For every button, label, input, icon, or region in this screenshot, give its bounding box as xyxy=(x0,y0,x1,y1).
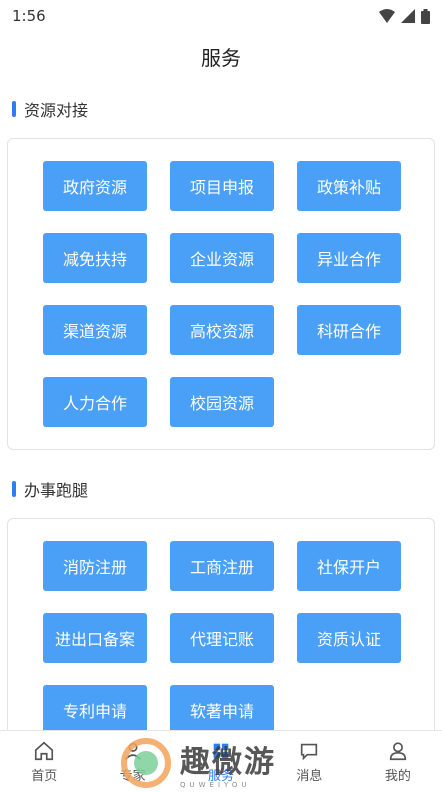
section-title-resources: 资源对接 xyxy=(0,80,442,138)
profile-icon xyxy=(389,741,406,760)
service-button[interactable]: 专利申请 xyxy=(43,685,147,730)
tab-label: 首页 xyxy=(31,768,58,784)
watermark-text: 趣微游 xyxy=(180,744,276,780)
status-bar: 1:56 xyxy=(0,0,442,32)
signal-icon xyxy=(401,9,415,23)
tab-profile[interactable]: 我的 xyxy=(354,731,442,792)
tab-home[interactable]: 首页 xyxy=(0,731,88,792)
service-button[interactable]: 政策补贴 xyxy=(297,161,401,211)
section-accent-bar xyxy=(12,101,16,117)
service-button[interactable]: 高校资源 xyxy=(170,305,274,355)
section-title-errands: 办事跑腿 xyxy=(0,460,442,518)
service-button[interactable]: 代理记账 xyxy=(170,613,274,663)
resources-card: 政府资源 项目申报 政策补贴 减免扶持 企业资源 异业合作 渠道资源 高校资源 … xyxy=(7,138,435,450)
section-title-label: 资源对接 xyxy=(24,101,89,120)
errands-card: 消防注册 工商注册 社保开户 进出口备案 代理记账 资质认证 专利申请 软著申请 xyxy=(7,518,435,730)
home-icon xyxy=(35,741,54,760)
watermark-logo-icon xyxy=(121,737,171,788)
service-button[interactable]: 消防注册 xyxy=(43,541,147,591)
service-button[interactable]: 进出口备案 xyxy=(43,613,147,663)
service-button[interactable]: 科研合作 xyxy=(297,305,401,355)
service-button[interactable]: 渠道资源 xyxy=(43,305,147,355)
service-content[interactable]: 资源对接 政府资源 项目申报 政策补贴 减免扶持 企业资源 异业合作 渠道资源 … xyxy=(0,80,442,730)
resources-grid: 政府资源 项目申报 政策补贴 减免扶持 企业资源 异业合作 渠道资源 高校资源 … xyxy=(43,161,434,427)
section-accent-bar xyxy=(12,481,16,497)
service-button[interactable]: 校园资源 xyxy=(170,377,274,427)
service-button[interactable]: 政府资源 xyxy=(43,161,147,211)
errands-grid: 消防注册 工商注册 社保开户 进出口备案 代理记账 资质认证 专利申请 软著申请 xyxy=(43,541,434,730)
tab-label: 我的 xyxy=(384,768,411,784)
service-button[interactable]: 工商注册 xyxy=(170,541,274,591)
page-title: 服务 xyxy=(201,45,241,70)
service-button[interactable]: 异业合作 xyxy=(297,233,401,283)
service-button[interactable]: 减免扶持 xyxy=(43,233,147,283)
watermark-sub: QUWEIYOU xyxy=(180,780,251,789)
status-time: 1:56 xyxy=(12,7,46,25)
battery-icon xyxy=(421,8,430,24)
service-button[interactable]: 项目申报 xyxy=(170,161,274,211)
section-title-label: 办事跑腿 xyxy=(24,481,89,500)
wifi-icon xyxy=(379,9,395,23)
status-icons xyxy=(379,8,430,24)
service-button[interactable]: 人力合作 xyxy=(43,377,147,427)
page-header: 服务 xyxy=(0,32,442,80)
service-button[interactable]: 社保开户 xyxy=(297,541,401,591)
watermark: 趣微游 QUWEIYOU xyxy=(118,735,328,790)
service-button[interactable]: 企业资源 xyxy=(170,233,274,283)
service-button[interactable]: 软著申请 xyxy=(170,685,274,730)
service-button[interactable]: 资质认证 xyxy=(297,613,401,663)
